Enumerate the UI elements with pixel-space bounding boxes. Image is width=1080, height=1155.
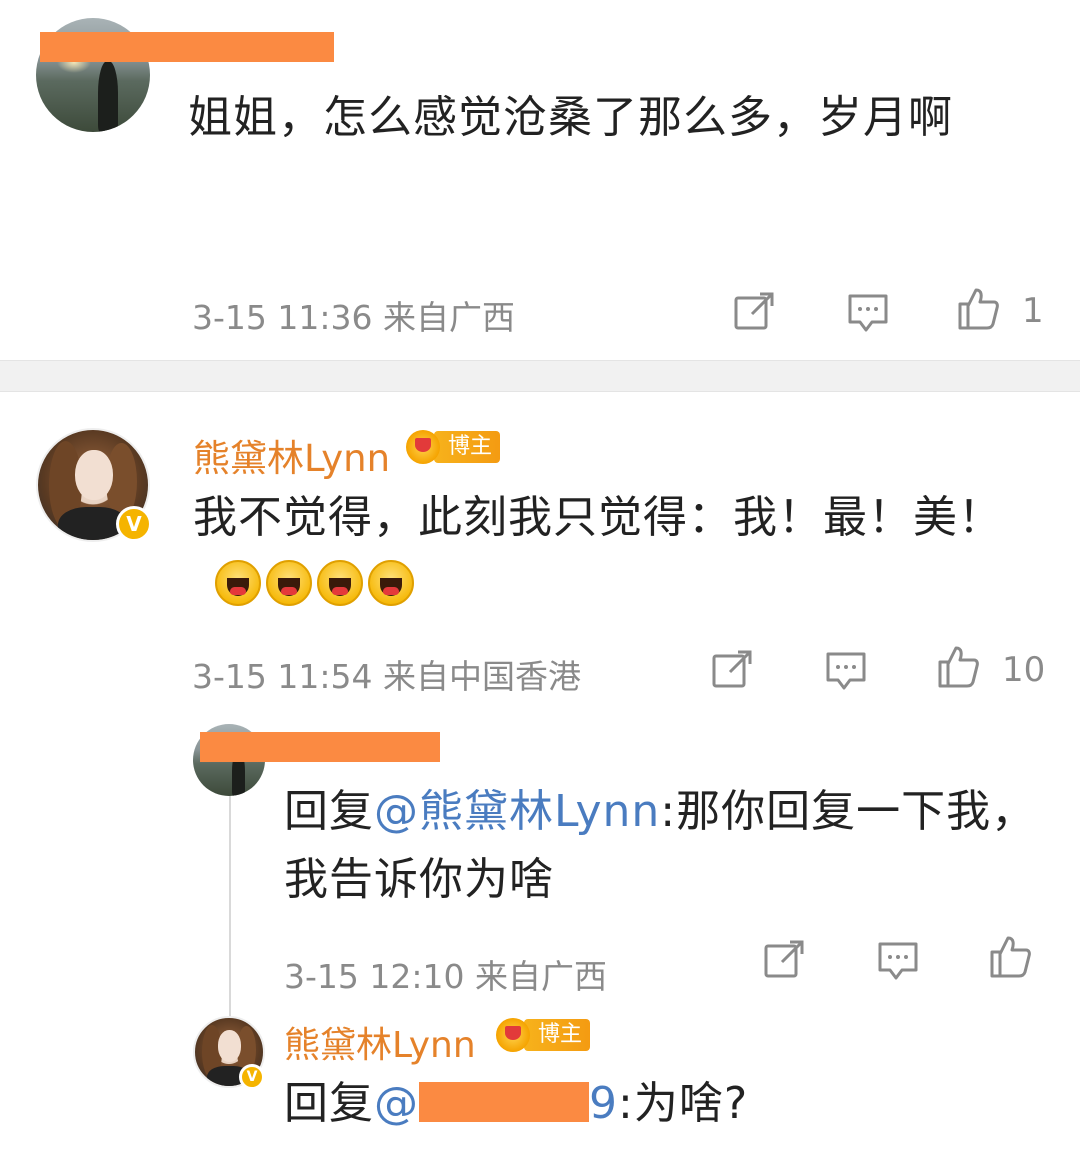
redacted-username <box>200 732 440 762</box>
like-count: 1 <box>1022 291 1044 331</box>
laughing-emoji <box>266 560 312 606</box>
laughing-emoji <box>215 560 261 606</box>
comment-icon[interactable] <box>846 290 890 334</box>
location: 来自广西 <box>475 957 607 996</box>
location: 来自中国香港 <box>383 657 581 696</box>
thumbs-up-icon[interactable] <box>956 286 1000 330</box>
timestamp: 3-15 11:36 <box>192 298 373 337</box>
like-count: 10 <box>1002 650 1046 690</box>
share-icon[interactable] <box>762 938 806 982</box>
blogger-badge: 博主 <box>406 430 501 464</box>
comment-item: V 熊黛林Lynn 博主 我不觉得，此刻我只觉得：我！最！美！ 3-15 11:… <box>0 392 1080 722</box>
comment-meta: 3-15 11:36 来自广西 <box>192 291 515 339</box>
share-icon[interactable] <box>710 648 754 692</box>
mention-tail: 9 <box>589 1078 618 1129</box>
comment-text: 姐姐，怎么感觉沧桑了那么多，岁月啊 <box>188 92 953 143</box>
reply-prefix: 回复 <box>284 1078 374 1129</box>
crown-icon <box>406 430 440 464</box>
author-name[interactable]: 熊黛林Lynn <box>284 1016 476 1068</box>
blogger-tag: 博主 <box>434 431 501 463</box>
laughing-emoji <box>317 560 363 606</box>
comment-icon[interactable] <box>876 938 920 982</box>
reply-body: :为啥? <box>618 1078 749 1129</box>
location: 来自广西 <box>383 298 515 337</box>
blogger-tag: 博主 <box>524 1019 591 1051</box>
laughing-emoji <box>368 560 414 606</box>
reply-item: V 熊黛林Lynn 博主 回复@ 9:为啥? <box>0 1012 1080 1155</box>
redacted-username <box>40 32 334 62</box>
mention-at: @ <box>374 1078 419 1129</box>
comment-icon[interactable] <box>824 648 868 692</box>
comment-text-body: 我不觉得，此刻我只觉得：我！最！美！ <box>193 492 1003 543</box>
comment-text: 我不觉得，此刻我只觉得：我！最！美！ <box>193 484 1023 620</box>
comment-meta: 3-15 11:54 来自中国香港 <box>192 650 581 698</box>
reply-text: 回复@熊黛林Lynn:那你回复一下我，我告诉你为啥 <box>284 778 1044 914</box>
thumbs-up-icon[interactable] <box>936 644 980 688</box>
redacted-mention <box>419 1082 589 1122</box>
blogger-badge: 博主 <box>496 1018 591 1052</box>
reply-text: 回复@ 9:为啥? <box>284 1070 1044 1138</box>
mention-link[interactable]: @熊黛林Lynn <box>374 786 660 837</box>
reply-item: 回复@熊黛林Lynn:那你回复一下我，我告诉你为啥 3-15 12:10 来自广… <box>0 722 1080 1012</box>
reply-meta: 3-15 12:10 来自广西 <box>284 950 607 998</box>
mention-link[interactable]: @9 <box>374 1078 618 1129</box>
thumbs-up-icon[interactable] <box>988 934 1032 978</box>
timestamp: 3-15 12:10 <box>284 957 465 996</box>
crown-icon <box>496 1018 530 1052</box>
author-name[interactable]: 熊黛林Lynn <box>193 428 390 482</box>
share-icon[interactable] <box>732 290 776 334</box>
verified-badge-icon: V <box>116 506 152 542</box>
reply-prefix: 回复 <box>284 786 374 837</box>
timestamp: 3-15 11:54 <box>192 657 373 696</box>
comment-item: 姐姐，怎么感觉沧桑了那么多，岁月啊 3-15 11:36 来自广西 1 <box>0 0 1080 360</box>
verified-badge-icon: V <box>239 1064 265 1090</box>
section-divider <box>0 360 1080 392</box>
